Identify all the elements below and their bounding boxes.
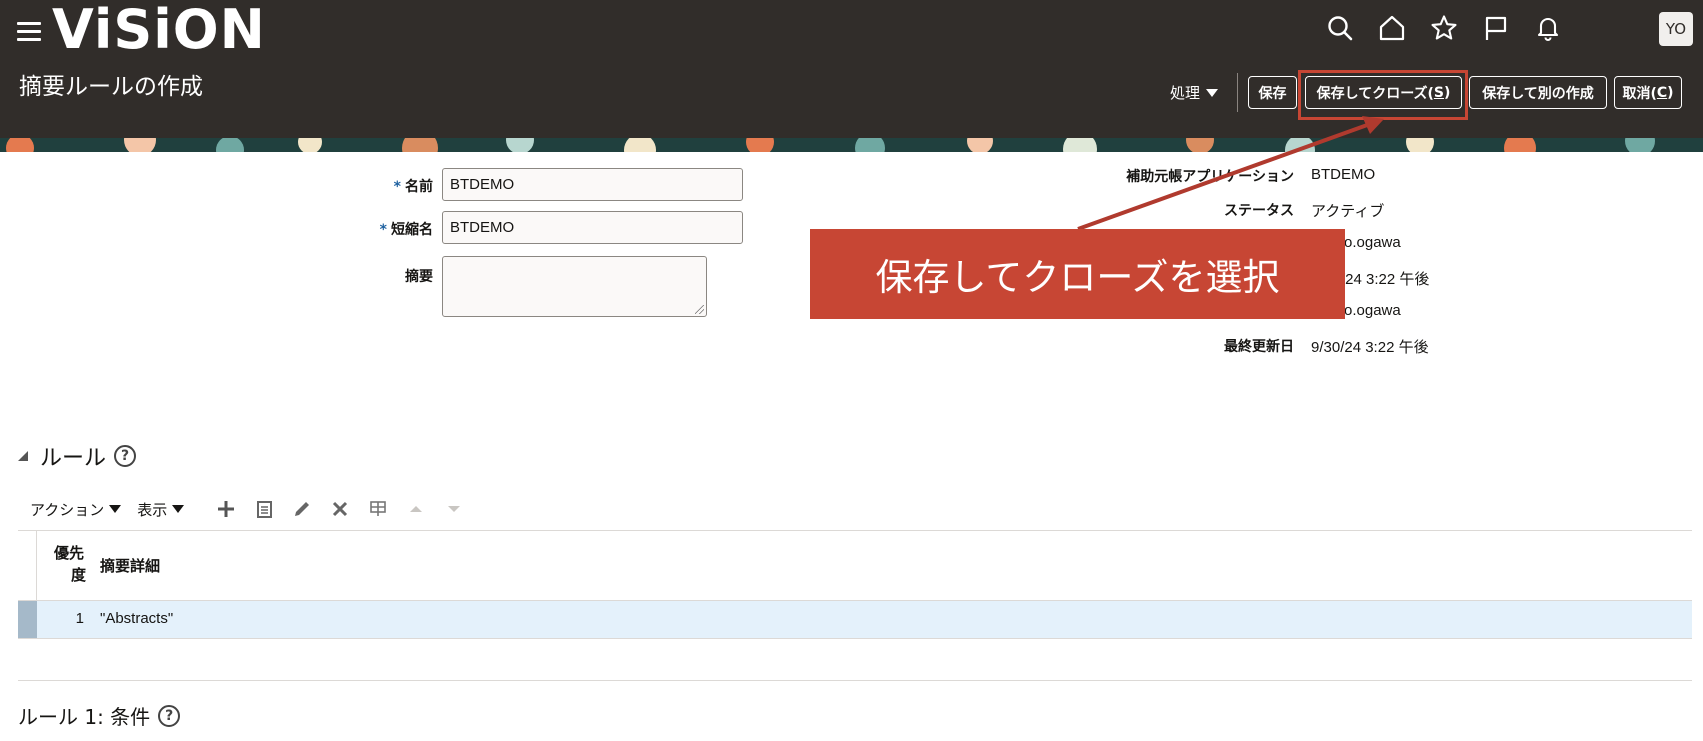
delete-x-icon[interactable] (328, 497, 352, 521)
detail-column-header[interactable]: 摘要詳細 (100, 555, 160, 576)
table-header: 優先 度 摘要詳細 (18, 530, 1692, 601)
move-down-icon[interactable] (442, 497, 466, 521)
help-icon[interactable]: ? (158, 704, 181, 727)
collapse-triangle-icon[interactable] (18, 451, 28, 461)
detail-cell: "Abstracts" (100, 610, 174, 627)
rules-toolbar: アクション 表示 (30, 497, 480, 521)
rules-section-title: ルール (40, 446, 107, 471)
freeze-columns-icon[interactable] (366, 497, 390, 521)
move-up-icon[interactable] (404, 497, 428, 521)
conditions-section-title: ルール 1: 条件 (18, 705, 151, 729)
priority-cell: 1 (75, 610, 84, 627)
rules-table: 優先 度 摘要詳細 1 "Abstracts" (18, 530, 1692, 639)
rules-section-header[interactable]: ルール ? (18, 440, 137, 472)
actions-dropdown[interactable]: アクション (30, 499, 122, 520)
duplicate-icon[interactable] (252, 497, 276, 521)
priority-column-header[interactable]: 優先 度 (52, 542, 86, 586)
help-icon[interactable]: ? (114, 445, 137, 467)
chevron-down-icon (172, 505, 185, 513)
add-icon[interactable] (214, 497, 238, 521)
chevron-down-icon (109, 505, 122, 513)
instruction-callout: 保存してクローズを選択 (810, 229, 1345, 319)
conditions-section-header: ルール 1: 条件 ? (18, 701, 181, 730)
section-divider (18, 680, 1692, 681)
table-row[interactable]: 1 "Abstracts" (18, 601, 1692, 639)
view-dropdown[interactable]: 表示 (137, 499, 185, 520)
edit-pencil-icon[interactable] (290, 497, 314, 521)
row-selector[interactable] (18, 601, 37, 638)
